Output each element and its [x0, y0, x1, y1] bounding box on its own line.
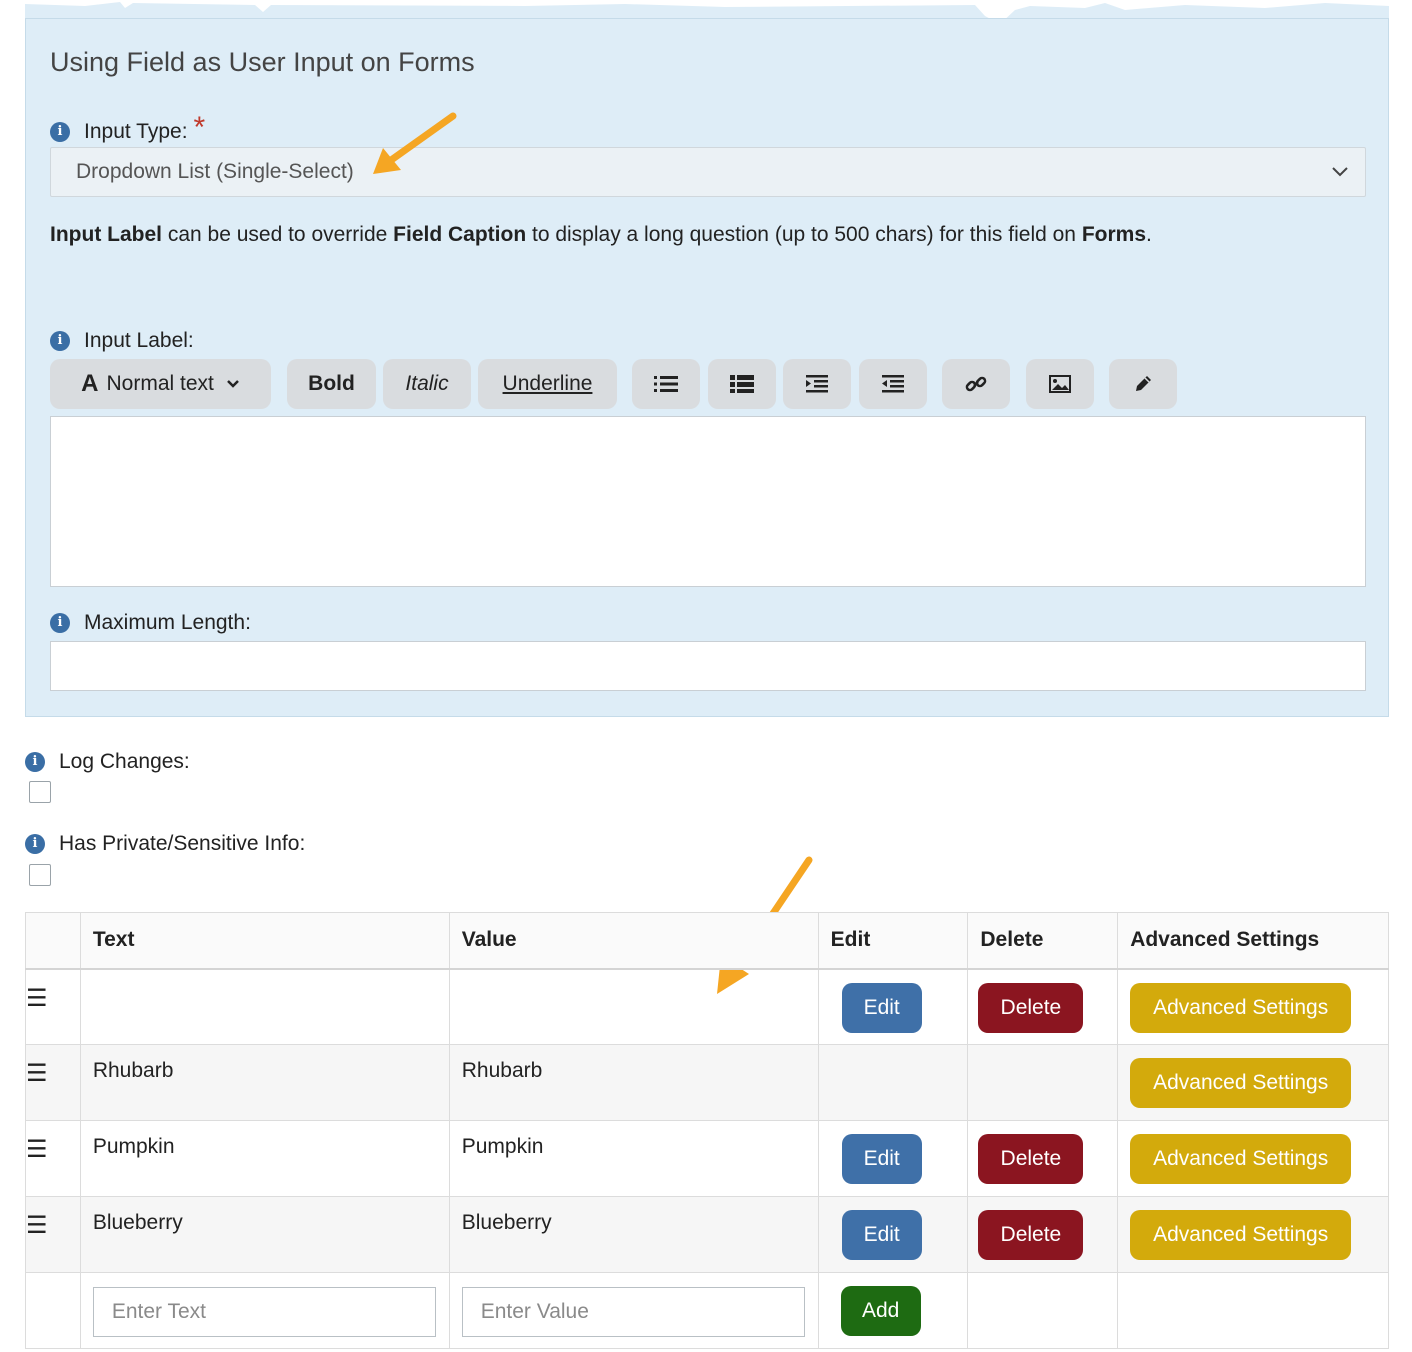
table-row: ☰ Rhubarb Rhubarb Advanced Settings [25, 1044, 1389, 1121]
maximum-length-label: i Maximum Length: [50, 611, 251, 635]
chevron-down-icon [1332, 167, 1348, 177]
indent-icon [806, 375, 828, 393]
delete-button[interactable]: Delete [978, 982, 1084, 1033]
link-icon [965, 376, 987, 392]
delete-button[interactable]: Delete [978, 1134, 1084, 1184]
indent-button[interactable] [783, 359, 851, 409]
image-icon [1049, 375, 1071, 393]
table-row: ☰ Edit Delete Advanced Settings [25, 968, 1389, 1045]
handle-header [25, 912, 81, 970]
image-button[interactable] [1026, 359, 1094, 409]
advanced-header: Advanced Settings [1117, 912, 1389, 970]
edit-button[interactable]: Edit [841, 1134, 922, 1184]
info-icon[interactable]: i [50, 331, 70, 351]
info-icon[interactable]: i [25, 752, 45, 772]
input-type-value: Dropdown List (Single-Select) [76, 160, 354, 183]
row-text: Pumpkin [79, 1120, 450, 1197]
advanced-settings-button[interactable]: Advanced Settings [1130, 1058, 1352, 1108]
info-icon[interactable]: i [25, 834, 45, 854]
enter-text-input[interactable]: Enter Text [92, 1287, 436, 1337]
table-header-row: Text Value Edit Delete Advanced Settings [25, 912, 1389, 970]
private-info-label: i Has Private/Sensitive Info: [25, 832, 305, 856]
row-value: Pumpkin [448, 1120, 819, 1197]
row-value: Rhubarb [448, 1044, 819, 1121]
bullet-list-icon [654, 376, 678, 392]
value-header: Value [448, 912, 819, 970]
edit-button[interactable]: Edit [841, 982, 922, 1033]
bullet-list-button[interactable] [632, 359, 700, 409]
row-text: Blueberry [79, 1196, 450, 1273]
input-type-select[interactable]: Dropdown List (Single-Select) [50, 147, 1366, 197]
text-header: Text [79, 912, 450, 970]
private-info-checkbox[interactable] [29, 864, 51, 886]
input-label-label: i Input Label: [50, 329, 194, 353]
link-button[interactable] [942, 359, 1010, 409]
input-label-help: Input Label can be used to override Fiel… [50, 223, 1152, 246]
delete-header: Delete [967, 912, 1119, 970]
outdent-icon [882, 375, 904, 393]
add-button[interactable]: Add [840, 1286, 921, 1336]
underline-button[interactable]: Underline [478, 359, 617, 409]
info-icon[interactable]: i [50, 122, 70, 142]
format-dropdown[interactable]: A Normal text [50, 359, 271, 409]
panel-title: Using Field as User Input on Forms [50, 47, 475, 77]
log-changes-checkbox[interactable] [29, 781, 51, 803]
user-input-panel: Using Field as User Input on Forms i Inp… [25, 18, 1389, 717]
pencil-icon [1136, 376, 1151, 391]
edit-header: Edit [817, 912, 969, 970]
delete-button[interactable]: Delete [978, 1210, 1084, 1260]
input-type-label: i Input Type: * [50, 113, 205, 147]
drag-handle-icon[interactable]: ☰ [25, 1120, 81, 1197]
new-row: Enter Text Enter Value Add [25, 1272, 1389, 1349]
advanced-settings-button[interactable]: Advanced Settings [1130, 1134, 1352, 1184]
pencil-button[interactable] [1109, 359, 1177, 409]
drag-handle-icon[interactable]: ☰ [25, 968, 81, 1045]
numbered-list-button[interactable] [708, 359, 776, 409]
outdent-button[interactable] [859, 359, 927, 409]
list-icon [730, 375, 754, 393]
row-value: Blueberry [448, 1196, 819, 1273]
bold-button[interactable]: Bold [287, 359, 376, 409]
row-value [448, 968, 819, 1045]
annotation-arrow-icon [373, 112, 457, 174]
enter-value-input[interactable]: Enter Value [461, 1287, 805, 1337]
font-icon: A [81, 370, 99, 397]
edit-button[interactable]: Edit [841, 1210, 922, 1260]
row-text [79, 968, 450, 1045]
input-label-editor[interactable] [50, 416, 1366, 587]
italic-button[interactable]: Italic [383, 359, 471, 409]
row-text: Rhubarb [79, 1044, 450, 1121]
options-table: Text Value Edit Delete Advanced Settings… [25, 912, 1389, 1349]
advanced-settings-button[interactable]: Advanced Settings [1130, 982, 1352, 1033]
maximum-length-input[interactable] [50, 641, 1366, 691]
info-icon[interactable]: i [50, 613, 70, 633]
required-asterisk: * [193, 111, 206, 144]
drag-handle-icon[interactable]: ☰ [25, 1196, 81, 1273]
drag-handle-icon[interactable]: ☰ [25, 1044, 81, 1121]
table-row: ☰ Blueberry Blueberry Edit Delete Advanc… [25, 1196, 1389, 1273]
chevron-down-icon [226, 380, 239, 388]
advanced-settings-button[interactable]: Advanced Settings [1130, 1210, 1352, 1260]
log-changes-label: i Log Changes: [25, 750, 190, 774]
table-row: ☰ Pumpkin Pumpkin Edit Delete Advanced S… [25, 1120, 1389, 1197]
